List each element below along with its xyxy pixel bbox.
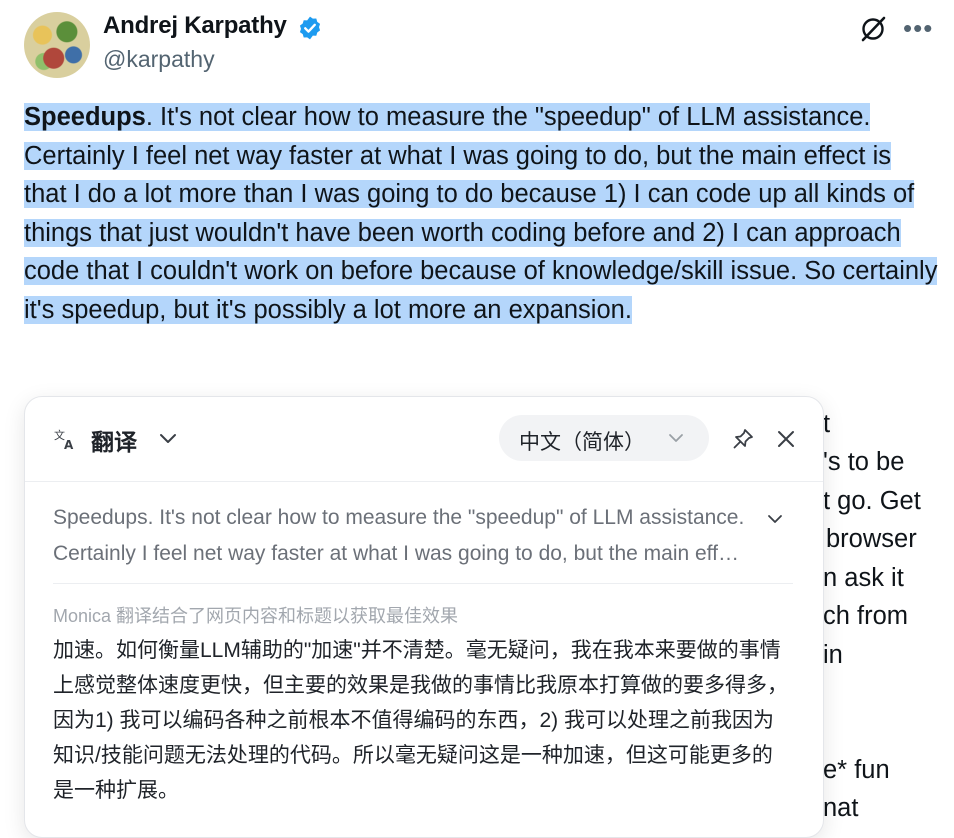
more-icon[interactable]: •••: [903, 14, 933, 42]
svg-text:A: A: [64, 438, 74, 451]
background-text-fragment: ch from: [823, 602, 909, 630]
tweet-bold-lead: Speedups: [24, 103, 146, 131]
background-text-fragment: t go. Get: [823, 487, 921, 515]
target-language-label: 中文（简体）: [519, 431, 645, 454]
chevron-down-icon: [669, 434, 683, 442]
background-text-fragment: in: [823, 641, 843, 669]
translation-panel: 文 A 翻译 中文（简体） Speedups. It's not clear h…: [24, 396, 824, 838]
translation-panel-header: 文 A 翻译 中文（简体）: [25, 397, 823, 482]
chevron-down-icon[interactable]: [765, 509, 785, 529]
divider: [53, 583, 793, 584]
background-text-fragment: t: [823, 410, 831, 438]
author-name[interactable]: Andrej Karpathy: [103, 12, 287, 40]
verified-badge-icon: [299, 16, 321, 40]
background-text-fragment: 's to be: [823, 448, 905, 476]
grok-icon[interactable]: [858, 14, 888, 44]
translation-hint: Monica 翻译结合了网页内容和标题以获取最佳效果: [53, 606, 459, 626]
translate-icon: 文 A: [54, 428, 74, 451]
translation-result: 加速。如何衡量LLM辅助的"加速"并不清楚。毫无疑问，我在我本来要做的事情上感觉…: [53, 639, 788, 802]
background-text-fragment: nat: [823, 794, 859, 822]
background-text-fragment: e* fun: [823, 756, 890, 784]
tweet-body-text: . It's not clear how to measure the "spe…: [24, 103, 938, 324]
panel-title[interactable]: 翻译: [91, 423, 137, 457]
background-text-fragment: n ask it: [823, 564, 904, 592]
tweet-text: Speedups. It's not clear how to measure …: [24, 98, 939, 329]
chevron-down-icon[interactable]: [157, 427, 179, 449]
source-text: Speedups. It's not clear how to measure …: [53, 506, 746, 565]
author-handle[interactable]: @karpathy: [103, 46, 215, 73]
avatar[interactable]: [24, 12, 90, 78]
target-language-select[interactable]: 中文（简体）: [499, 415, 709, 461]
background-text-fragment: browser: [826, 525, 917, 553]
close-icon[interactable]: [775, 428, 797, 450]
pin-icon[interactable]: [731, 427, 755, 451]
